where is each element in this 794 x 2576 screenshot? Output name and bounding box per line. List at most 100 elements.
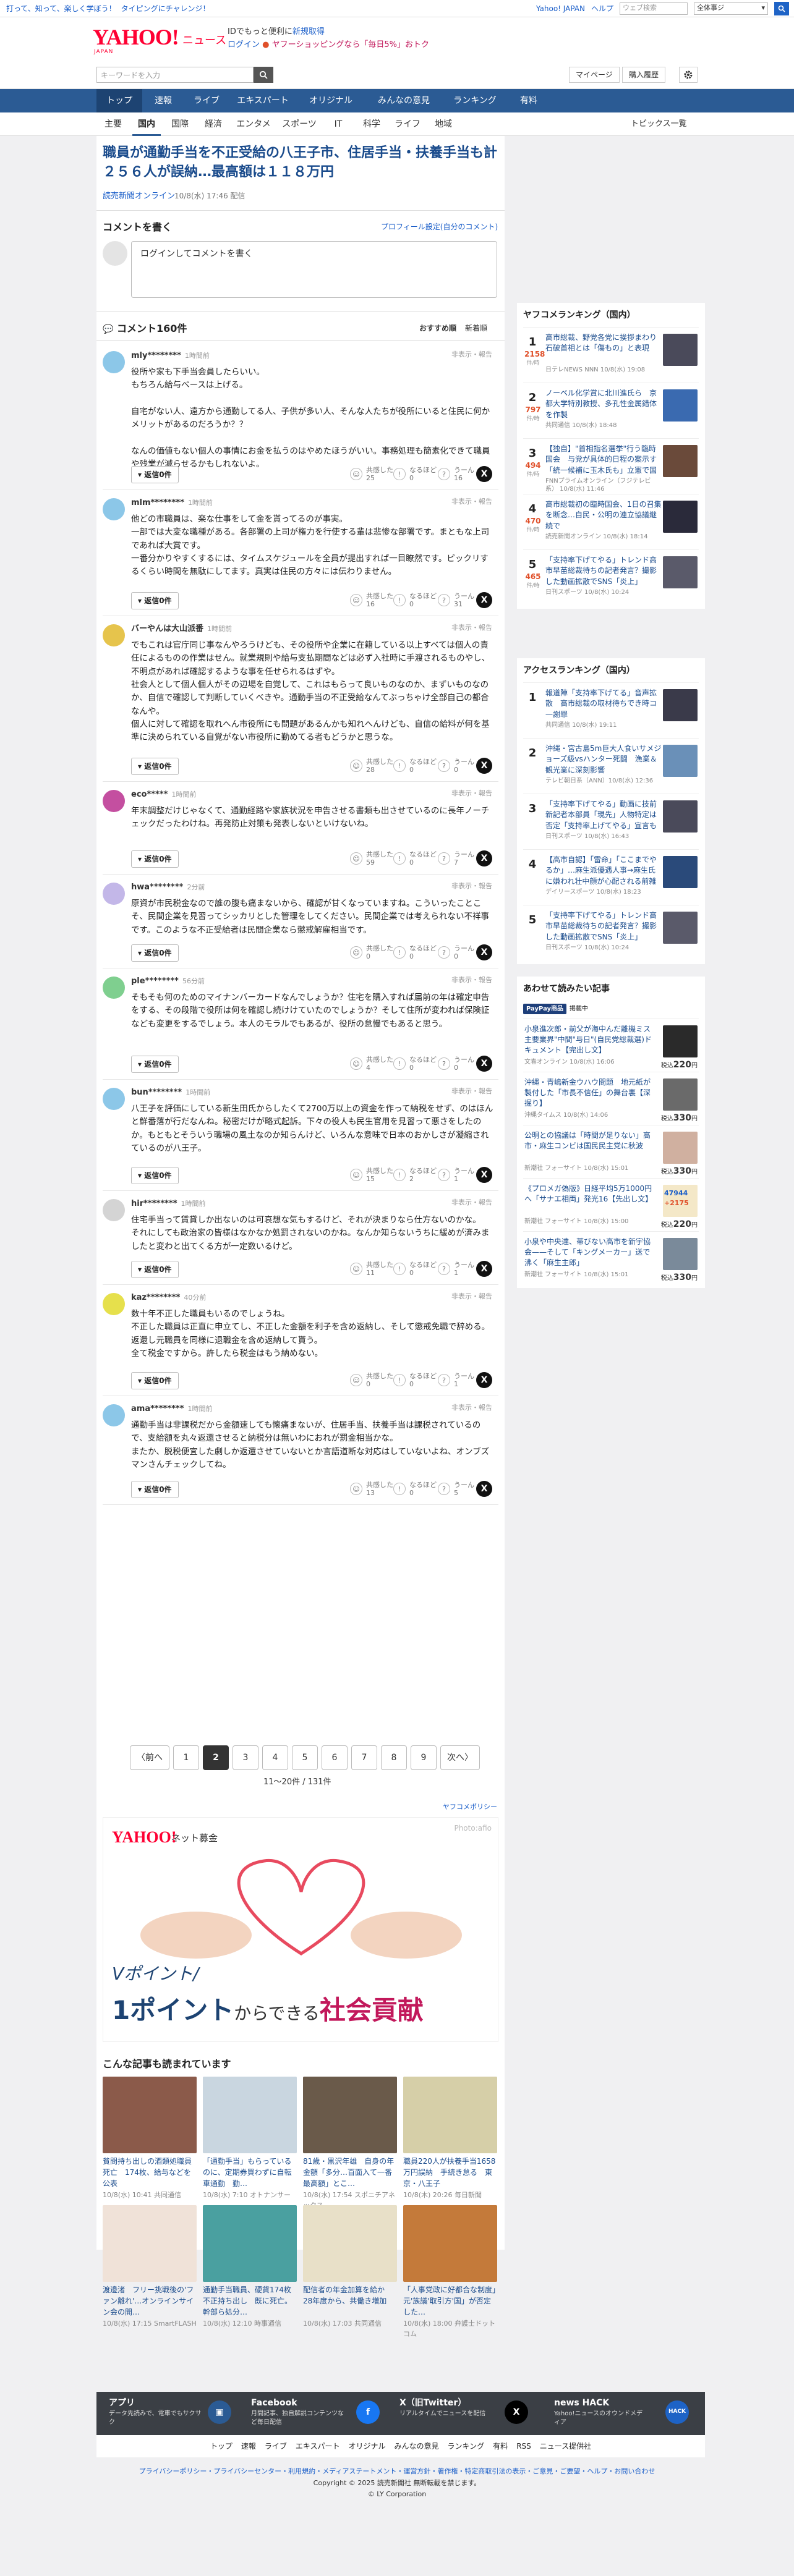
next-page-button[interactable]: 次へ〉 xyxy=(440,1745,480,1770)
avatar[interactable] xyxy=(103,351,125,373)
hide-report-link[interactable]: 非表示・報告 xyxy=(451,350,492,360)
access-ranking-item[interactable]: 1 報道陣「支持率下げてる」音声拡散 高市総裁の取材待ちでき時コ一謝罪 共同通信 1… xyxy=(523,682,699,738)
nav-top[interactable]: トップ xyxy=(96,89,142,112)
footer-link[interactable]: オリジナル xyxy=(349,2441,386,2452)
avatar[interactable] xyxy=(103,1293,125,1315)
news-search-button[interactable] xyxy=(254,67,273,83)
ranking-item[interactable]: 1 2158 件/時 高市総裁、野党各党に挨拶まわり 石破首相とは「傷もの」と表現 日テ… xyxy=(523,327,699,383)
agree-button[interactable]: ☺ 共感した 25 xyxy=(350,466,393,482)
page-2[interactable]: 2 xyxy=(203,1745,229,1770)
ranking-item[interactable]: 5 465 件/時 「支持率下げてやる」トレンド高市早苗総裁待ちの記者発言？撮影した動… xyxy=(523,549,699,605)
page-4[interactable]: 4 xyxy=(262,1745,288,1770)
footer-facebook[interactable]: Facebook 月間記事、独自解説コンテンツなど毎日配信 xyxy=(251,2397,344,2431)
comment-user[interactable]: ple******** 56分前 xyxy=(131,975,205,988)
search-scope-select[interactable]: 全体事ジ ▾ xyxy=(694,2,768,15)
hmm-button[interactable]: ? うーん 1 xyxy=(438,1261,474,1277)
x-share-button[interactable]: X xyxy=(476,1372,492,1388)
access-ranking-item[interactable]: 5 「支持率下げてやる」トレンド高市早苗総裁待ちの記者発言？撮影した動画拡散でSN… xyxy=(523,905,699,960)
footer-newshack[interactable]: news HACK Yahoo!ニュースのオウンドメディア xyxy=(554,2397,647,2431)
avatar[interactable] xyxy=(103,498,125,520)
web-search-input[interactable]: ウェブ検索 xyxy=(620,2,688,15)
article-title[interactable]: 職員が通勤手当を不正受給の八王子市、住居手当・扶養手当も計２５６人が誤納…最高額… xyxy=(103,143,498,182)
avatar[interactable] xyxy=(103,883,125,905)
cat-science[interactable]: 科学 xyxy=(355,112,388,136)
x-share-button[interactable]: X xyxy=(476,1056,492,1072)
promo-link[interactable]: 打って、知って、楽しく学ぼう！ xyxy=(6,3,116,14)
hide-report-link[interactable]: 非表示・報告 xyxy=(451,1403,492,1413)
shopping-promo-link[interactable]: ヤフーショッピングなら「毎日5%」おトク xyxy=(272,40,429,49)
cat-international[interactable]: 国際 xyxy=(163,112,197,136)
hide-report-link[interactable]: 非表示・報告 xyxy=(451,623,492,633)
reply-button[interactable]: ▾ 返信0件 xyxy=(131,1261,179,1278)
footer-link[interactable]: エキスパート xyxy=(296,2441,340,2452)
page-3[interactable]: 3 xyxy=(233,1745,258,1770)
footer-link[interactable]: ニュース提供社 xyxy=(540,2441,591,2452)
paypay-item[interactable]: 小泉や中央達、帯びない高市を新宇協会——そして「キングメーカー」送で沸く「麻生主… xyxy=(523,1231,699,1284)
ranking-item[interactable]: 2 797 件/時 ノーベル化学賞に北川進氏ら 京都大学特別教授、多孔性金属錯体を作製… xyxy=(523,383,699,438)
legal-links[interactable]: プライバシーポリシー・プライバシーセンター・利用規約・メディアステートメント・運… xyxy=(0,2466,794,2478)
comment-user[interactable]: bun******** 1時間前 xyxy=(131,1087,210,1099)
avatar[interactable] xyxy=(103,977,125,999)
nav-paid[interactable]: 有料 xyxy=(507,89,550,112)
nav-opinions[interactable]: みんなの意見 xyxy=(365,89,443,112)
hmm-button[interactable]: ? うーん 0 xyxy=(438,944,474,960)
comment-user[interactable]: mlm******** 1時間前 xyxy=(131,497,213,509)
hide-report-link[interactable]: 非表示・報告 xyxy=(451,1087,492,1097)
related-article[interactable]: 通勤手当職員、硬貨174枚不正持ち出し 既に死亡。幹部ら処分… 10/8(水) 1… xyxy=(203,2205,297,2329)
think-button[interactable]: ! なるほど 0 xyxy=(393,1261,437,1277)
think-button[interactable]: ! なるほど 2 xyxy=(393,1167,437,1183)
related-article[interactable]: 「人事党政に好都合な制度」元'族議'取引方'国」が否定した… 10/8(水) 18… xyxy=(403,2205,497,2339)
purchase-history-button[interactable]: 購入履歴 xyxy=(622,67,666,83)
agree-button[interactable]: ☺ 共感した 16 xyxy=(350,592,393,608)
cat-economy[interactable]: 経済 xyxy=(197,112,230,136)
sort-new-tab[interactable]: 新着順 xyxy=(465,323,487,334)
access-ranking-item[interactable]: 4 【高市自認】「雷命」「ここまでやるか」…麻生派優遇人事→麻生氏に嫌われ壮中顔が… xyxy=(523,849,699,905)
think-button[interactable]: ! なるほど 0 xyxy=(393,466,437,482)
hide-report-link[interactable]: 非表示・報告 xyxy=(451,975,492,986)
think-button[interactable]: ! なるほど 0 xyxy=(393,758,437,774)
agree-button[interactable]: ☺ 共感した 0 xyxy=(350,944,393,960)
ranking-item[interactable]: 4 470 件/時 高市総裁初の臨時国会、1日の召集を断念…自民・公明の連立協議継続で… xyxy=(523,494,699,549)
think-button[interactable]: ! なるほど 0 xyxy=(393,1056,437,1072)
reply-button[interactable]: ▾ 返信0件 xyxy=(131,1372,179,1389)
comment-input[interactable]: ログインしてコメントを書く xyxy=(131,241,497,298)
hide-report-link[interactable]: 非表示・報告 xyxy=(451,789,492,799)
related-article[interactable]: 配信者の年金加算を給か 28年度から、共働き増加 10/8(水) 17:03 共同… xyxy=(303,2205,397,2329)
prev-page-button[interactable]: 〈前へ xyxy=(130,1745,169,1770)
comment-user[interactable]: eco***** 1時間前 xyxy=(131,789,196,801)
nav-expert[interactable]: エキスパート xyxy=(229,89,297,112)
related-article[interactable]: 職員220人が扶養手当1658万円誤納 手続き怠る 東京・八王子 10/8(木) … xyxy=(403,2077,497,2201)
login-link[interactable]: ログイン xyxy=(228,40,260,49)
comment-user[interactable]: hir******** 1時間前 xyxy=(131,1198,206,1210)
access-ranking-item[interactable]: 3 「支持率下げてやる」動画に技前新記者本部員「現先」人物特定は否定「支持率上げて… xyxy=(523,794,699,849)
agree-button[interactable]: ☺ 共感した 4 xyxy=(350,1056,393,1072)
footer-link[interactable]: みんなの意見 xyxy=(395,2441,439,2452)
x-share-button[interactable]: X xyxy=(476,758,492,774)
paypay-item[interactable]: 沖縄・青嶋新金ウハウ問題 地元紙が製付した「市長不信任」の舞台裏【深掘り】 沖縄タ… xyxy=(523,1071,699,1125)
paypay-item[interactable]: 公明との協議は「時間が足りない」高市・麻生コンビは国民民主党に秋波 新潮社 フォー… xyxy=(523,1124,699,1178)
agree-button[interactable]: ☺ 共感した 15 xyxy=(350,1167,393,1183)
cat-life[interactable]: ライフ xyxy=(388,112,427,136)
news-search-input[interactable]: キーワードを入力 xyxy=(96,67,254,83)
hmm-button[interactable]: ? うーん 1 xyxy=(438,1372,474,1388)
page-7[interactable]: 7 xyxy=(351,1745,377,1770)
footer-link[interactable]: ランキング xyxy=(448,2441,485,2452)
footer-link[interactable]: 速報 xyxy=(241,2441,256,2452)
nav-original[interactable]: オリジナル xyxy=(297,89,365,112)
related-article[interactable]: 渡邊渚 フリー挑戦後の'ファン離れ'…オンラインサイン会の開… 10/8(水) 1… xyxy=(103,2205,197,2329)
paypay-item[interactable]: 小泉進次郎・前父が海中んだ離機ミス 主要業界"中間"与日"(自民党総裁選)ドキュ… xyxy=(523,1018,699,1072)
cat-main[interactable]: 主要 xyxy=(96,112,130,136)
help-link[interactable]: ヘルプ xyxy=(591,3,613,14)
page-6[interactable]: 6 xyxy=(322,1745,348,1770)
news-logo-label[interactable]: ニュース xyxy=(182,32,226,49)
related-article[interactable]: 貧問持ち出しの酒類処職員死亡 174枚、給与などを公表 10/8(水) 10:41… xyxy=(103,2077,197,2201)
think-button[interactable]: ! なるほど 0 xyxy=(393,944,437,960)
x-share-button[interactable]: X xyxy=(476,850,492,866)
access-ranking-item[interactable]: 2 沖縄・宮古島5m巨大人食いサメジョーズ級vsハンター死闘 漁業＆観光業に深刻影… xyxy=(523,738,699,794)
page-5[interactable]: 5 xyxy=(292,1745,318,1770)
paypay-item[interactable]: 《プロメガ偽版》日経平均5万1000円へ「サナエ相両」発光16【先出し文】 新潮社… xyxy=(523,1177,699,1231)
think-button[interactable]: ! なるほど 0 xyxy=(393,592,437,608)
think-button[interactable]: ! なるほど 0 xyxy=(393,850,437,866)
nav-breaking[interactable]: 速報 xyxy=(142,89,184,112)
avatar[interactable] xyxy=(103,1199,125,1221)
